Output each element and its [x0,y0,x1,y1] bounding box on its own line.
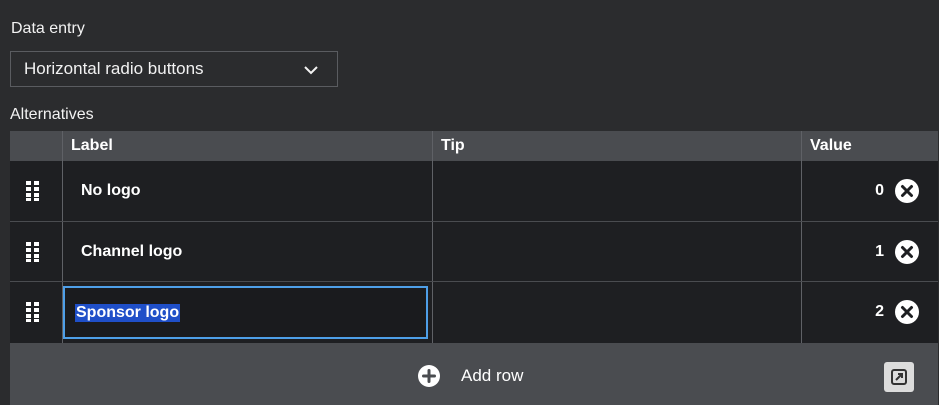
table-row: Channel logo 1 [10,222,938,282]
data-entry-label: Data entry [11,20,85,37]
close-circle-icon[interactable] [894,239,920,265]
table-footer: Add row [10,343,938,405]
table-header: Label Tip Value [10,131,938,161]
column-header-label[interactable]: Label [63,131,113,161]
row-label-cell[interactable]: Channel logo [70,222,430,282]
add-row-button[interactable]: Add row [417,363,523,389]
close-circle-icon[interactable] [894,299,920,325]
column-header-tip[interactable]: Tip [433,131,465,161]
chevron-down-icon [304,66,318,75]
expand-button[interactable] [884,362,914,392]
row-label-input[interactable]: Sponsor logo [63,286,428,339]
alternatives-label: Alternatives [10,106,94,123]
expand-icon [891,369,907,385]
data-entry-selected-value: Horizontal radio buttons [24,59,204,78]
row-value-cell[interactable]: 1 [804,222,884,282]
close-circle-icon[interactable] [894,178,920,204]
data-entry-dropdown[interactable]: Horizontal radio buttons [10,51,338,87]
plus-circle-icon [418,365,440,387]
add-row-label: Add row [461,366,524,385]
drag-handle-icon[interactable] [26,181,40,201]
selected-text: Sponsor logo [75,303,181,322]
row-value-cell[interactable]: 0 [804,161,884,221]
drag-handle-icon[interactable] [26,242,40,262]
row-label-cell[interactable]: No logo [70,161,430,221]
drag-handle-icon[interactable] [26,302,40,322]
column-header-value[interactable]: Value [802,131,852,161]
table-row: No logo 0 [10,161,938,221]
row-value-cell[interactable]: 2 [804,282,884,342]
alternatives-table: Label Tip Value No logo 0 Channel logo 1… [10,131,938,405]
